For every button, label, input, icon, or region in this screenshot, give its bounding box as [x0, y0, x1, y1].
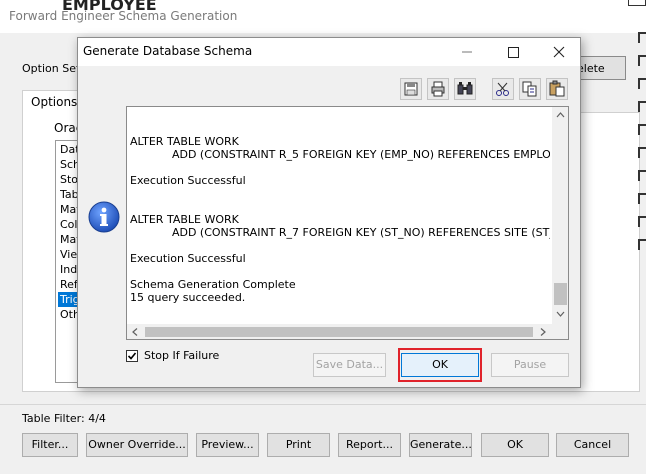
- generate-database-schema-dialog: Generate Database Schema ALTER TABLE WOR…: [77, 37, 581, 388]
- log-line: ADD (CONSTRAINT R_7 FOREIGN KEY (ST_NO) …: [130, 226, 550, 239]
- log-line: Execution Successful: [130, 174, 246, 187]
- close-icon[interactable]: [628, 0, 646, 6]
- vertical-scroll-thumb[interactable]: [554, 283, 567, 305]
- option-set-label: Option Set:: [22, 62, 84, 75]
- tab-options[interactable]: Options: [22, 90, 82, 113]
- filter-button[interactable]: Filter...: [22, 433, 78, 457]
- cancel-button[interactable]: Cancel: [556, 433, 629, 457]
- find-icon[interactable]: [454, 78, 476, 100]
- dialog-toolbar: [400, 78, 570, 100]
- scroll-down-icon[interactable]: [552, 306, 568, 322]
- scroll-right-icon[interactable]: [535, 324, 551, 339]
- report-button[interactable]: Report...: [338, 433, 401, 457]
- checkmark-icon: [127, 352, 137, 360]
- table-filter-status: Table Filter: 4/4: [22, 412, 106, 425]
- stop-if-failure-label: Stop If Failure: [144, 349, 220, 362]
- right-edge-strip: [638, 20, 646, 270]
- dialog-titlebar: Generate Database Schema: [78, 38, 580, 66]
- owner-override-button[interactable]: Owner Override...: [86, 433, 188, 457]
- preview-button[interactable]: Preview...: [196, 433, 259, 457]
- ok-button[interactable]: OK: [481, 433, 549, 457]
- minimize-icon[interactable]: [444, 38, 490, 66]
- log-text: ALTER TABLE WORK ADD (CONSTRAINT R_5 FOR…: [130, 135, 550, 320]
- print-icon[interactable]: [427, 78, 449, 100]
- stop-if-failure-checkbox[interactable]: [126, 350, 138, 362]
- dialog-ok-button[interactable]: OK: [401, 353, 479, 377]
- log-output[interactable]: ALTER TABLE WORK ADD (CONSTRAINT R_5 FOR…: [126, 106, 569, 340]
- log-line: Schema Generation Complete: [130, 278, 296, 291]
- print-button[interactable]: Print: [267, 433, 330, 457]
- save-data-button[interactable]: Save Data...: [313, 353, 386, 377]
- save-icon[interactable]: [400, 78, 422, 100]
- cut-icon[interactable]: [492, 78, 514, 100]
- vertical-scrollbar[interactable]: [552, 107, 568, 324]
- divider: [0, 404, 646, 405]
- scroll-left-icon[interactable]: [127, 324, 143, 339]
- log-line: ADD (CONSTRAINT R_5 FOREIGN KEY (EMP_NO)…: [130, 148, 550, 161]
- dialog-title: Generate Database Schema: [83, 44, 253, 58]
- log-line: Execution Successful: [130, 252, 246, 265]
- horizontal-scroll-thumb[interactable]: [145, 327, 533, 337]
- information-icon: [88, 201, 120, 233]
- scroll-corner: [552, 324, 568, 339]
- generate-button[interactable]: Generate...: [409, 433, 472, 457]
- log-line: ALTER TABLE WORK: [130, 135, 239, 148]
- pause-button[interactable]: Pause: [491, 353, 569, 377]
- scroll-up-icon[interactable]: [552, 107, 568, 123]
- close-icon[interactable]: [536, 38, 582, 66]
- maximize-icon[interactable]: [490, 38, 536, 66]
- horizontal-scrollbar[interactable]: [127, 324, 552, 339]
- paste-icon[interactable]: [546, 78, 568, 100]
- window-title: Forward Engineer Schema Generation: [9, 9, 238, 23]
- log-line: 15 query succeeded.: [130, 291, 246, 304]
- copy-icon[interactable]: [519, 78, 541, 100]
- log-line: ALTER TABLE WORK: [130, 213, 239, 226]
